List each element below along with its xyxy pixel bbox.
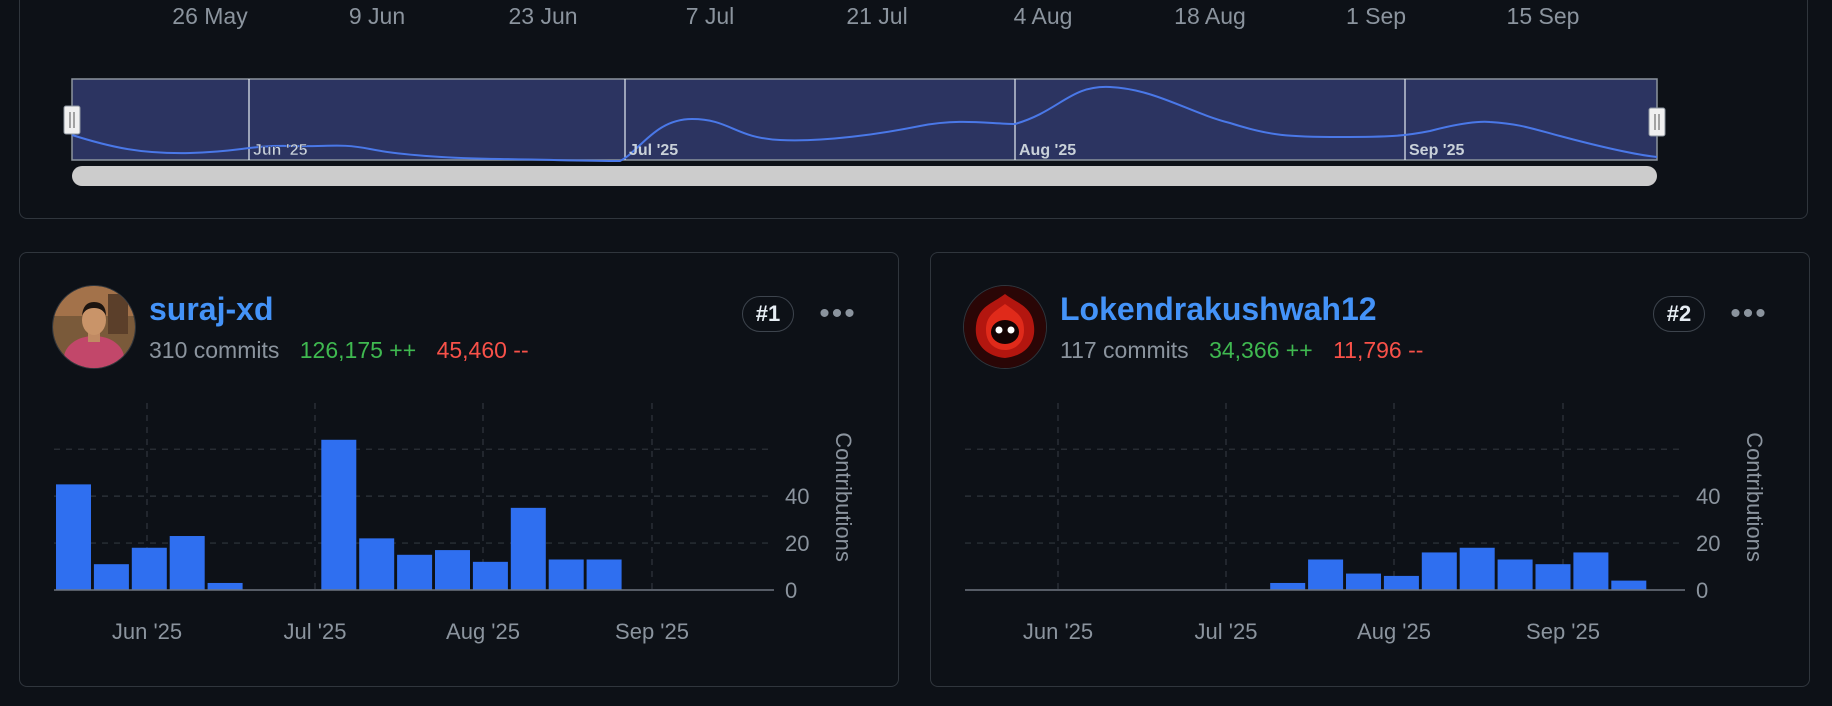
contribution-bar[interactable] [1308, 559, 1344, 590]
contribution-bar[interactable] [1459, 547, 1495, 590]
contribution-bar[interactable] [510, 507, 546, 590]
x-tick-label: Jul '25 [1195, 619, 1258, 644]
horizontal-scrollbar[interactable] [72, 166, 1657, 186]
contributor-card: suraj-xd 310 commits 126,175 ++ 45,460 -… [19, 252, 899, 687]
y-axis-label: Contributions [1742, 432, 1767, 562]
y-axis-label: Contributions [831, 432, 856, 562]
contributions-bar-chart: 0 20 40 Jun '25 Jul '25 Aug '25 Sep '25 Contrib… [54, 403, 856, 644]
contribution-bar[interactable] [1497, 559, 1533, 590]
contribution-bar[interactable] [548, 559, 584, 590]
contribution-bar[interactable] [93, 564, 129, 590]
contribution-bar[interactable] [1535, 564, 1571, 590]
contribution-bar[interactable] [1346, 573, 1381, 590]
brush-month-label: Sep '25 [1409, 142, 1464, 159]
contributions-bar-chart: 0 20 40 Jun '25 Jul '25 Aug '25 Sep '25 Contrib… [965, 403, 1767, 644]
contribution-bar[interactable] [169, 536, 205, 590]
x-tick-label: Jul '25 [284, 619, 347, 644]
contribution-bar[interactable] [131, 547, 167, 590]
brush-month-label: Jul '25 [629, 142, 678, 159]
x-tick-label: Sep '25 [1526, 619, 1600, 644]
x-tick-label: Aug '25 [446, 619, 520, 644]
contribution-bar[interactable] [472, 561, 508, 590]
contribution-bar[interactable] [207, 582, 243, 590]
contribution-bar[interactable] [1611, 580, 1647, 590]
brush-right-handle[interactable] [1648, 107, 1666, 137]
contribution-bar[interactable] [435, 550, 470, 590]
y-tick-label: 20 [785, 531, 809, 556]
contribution-bar[interactable] [1383, 575, 1419, 590]
x-tick-label: Jun '25 [1023, 619, 1093, 644]
brush-month-label: Jun '25 [253, 142, 308, 159]
x-tick-label: Aug '25 [1357, 619, 1431, 644]
y-tick-label: 0 [785, 578, 797, 603]
contribution-bar[interactable] [1421, 552, 1457, 590]
x-tick-label: Jun '25 [112, 619, 182, 644]
contribution-bar[interactable] [586, 559, 622, 590]
contribution-bar[interactable] [1270, 582, 1306, 590]
y-tick-label: 40 [785, 484, 809, 509]
overview-brush-chart[interactable]: Jun '25 Jul '25 Aug '25 Sep '25 [20, 0, 1809, 220]
contribution-bar[interactable] [56, 484, 91, 590]
y-tick-label: 40 [1696, 484, 1720, 509]
contribution-bar[interactable] [321, 439, 357, 590]
brush-month-label: Aug '25 [1019, 142, 1076, 159]
contributor-card: Lokendrakushwah12 117 commits 34,366 ++ … [930, 252, 1810, 687]
contribution-bar[interactable] [1573, 552, 1609, 590]
contribution-bar[interactable] [397, 554, 433, 590]
x-tick-label: Sep '25 [615, 619, 689, 644]
y-tick-label: 0 [1696, 578, 1708, 603]
brush-left-handle[interactable] [63, 105, 81, 135]
y-tick-label: 20 [1696, 531, 1720, 556]
contribution-bar[interactable] [359, 538, 395, 590]
contributions-overview-panel: 26 May 9 Jun 23 Jun 7 Jul 21 Jul 4 Aug 1… [19, 0, 1808, 219]
